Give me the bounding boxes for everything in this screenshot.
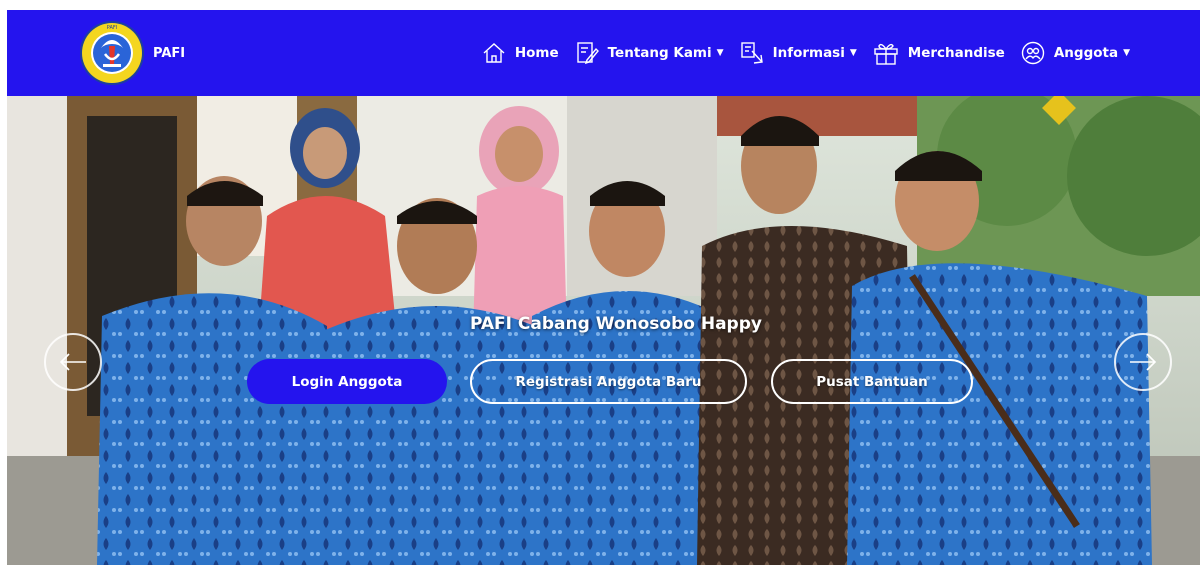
home-icon [483, 43, 505, 63]
nav-merchandise[interactable]: Merchandise [873, 41, 1005, 65]
nav-informasi[interactable]: Informasi ▼ [740, 41, 857, 65]
brand-name: PAFI [153, 45, 186, 61]
info-pointer-icon [740, 42, 763, 64]
arrow-right-icon [1130, 353, 1157, 371]
nav-anggota-label: Anggota [1053, 45, 1119, 61]
members-icon [1021, 41, 1045, 65]
nav-tentang-kami[interactable]: Tentang Kami ▼ [575, 41, 724, 65]
navbar: PAFI PAFI Home Tentang Kami ▼ Informasi … [7, 10, 1200, 96]
brand[interactable]: PAFI PAFI [79, 18, 185, 88]
arrow-left-icon [59, 353, 86, 371]
carousel-next-button[interactable] [1114, 333, 1172, 391]
chevron-down-icon: ▼ [1123, 48, 1130, 58]
page: PAFI PAFI Home Tentang Kami ▼ Informasi … [7, 10, 1200, 565]
edit-document-icon [576, 42, 599, 65]
main-nav: Home Tentang Kami ▼ Informasi ▼ Merchand… [482, 10, 1130, 96]
login-button[interactable]: Login Anggota [247, 359, 447, 404]
nav-home[interactable]: Home [482, 42, 559, 64]
gift-icon [874, 43, 898, 65]
hero-title: PAFI Cabang Wonosobo Happy [470, 314, 762, 334]
hero-carousel: PAFI Cabang Wonosobo Happy Login Anggota… [7, 96, 1200, 565]
register-button[interactable]: Registrasi Anggota Baru [470, 359, 747, 404]
chevron-down-icon: ▼ [849, 48, 857, 58]
nav-merchandise-label: Merchandise [907, 45, 1005, 61]
nav-home-label: Home [514, 45, 559, 61]
svg-text:PAFI: PAFI [107, 25, 117, 31]
help-center-button[interactable]: Pusat Bantuan [771, 359, 973, 404]
nav-tentang-kami-label: Tentang Kami [607, 45, 712, 61]
pafi-logo: PAFI [80, 21, 144, 85]
carousel-prev-button[interactable] [44, 333, 102, 391]
chevron-down-icon: ▼ [716, 48, 724, 58]
nav-anggota[interactable]: Anggota ▼ [1021, 41, 1130, 65]
nav-informasi-label: Informasi [772, 45, 845, 61]
